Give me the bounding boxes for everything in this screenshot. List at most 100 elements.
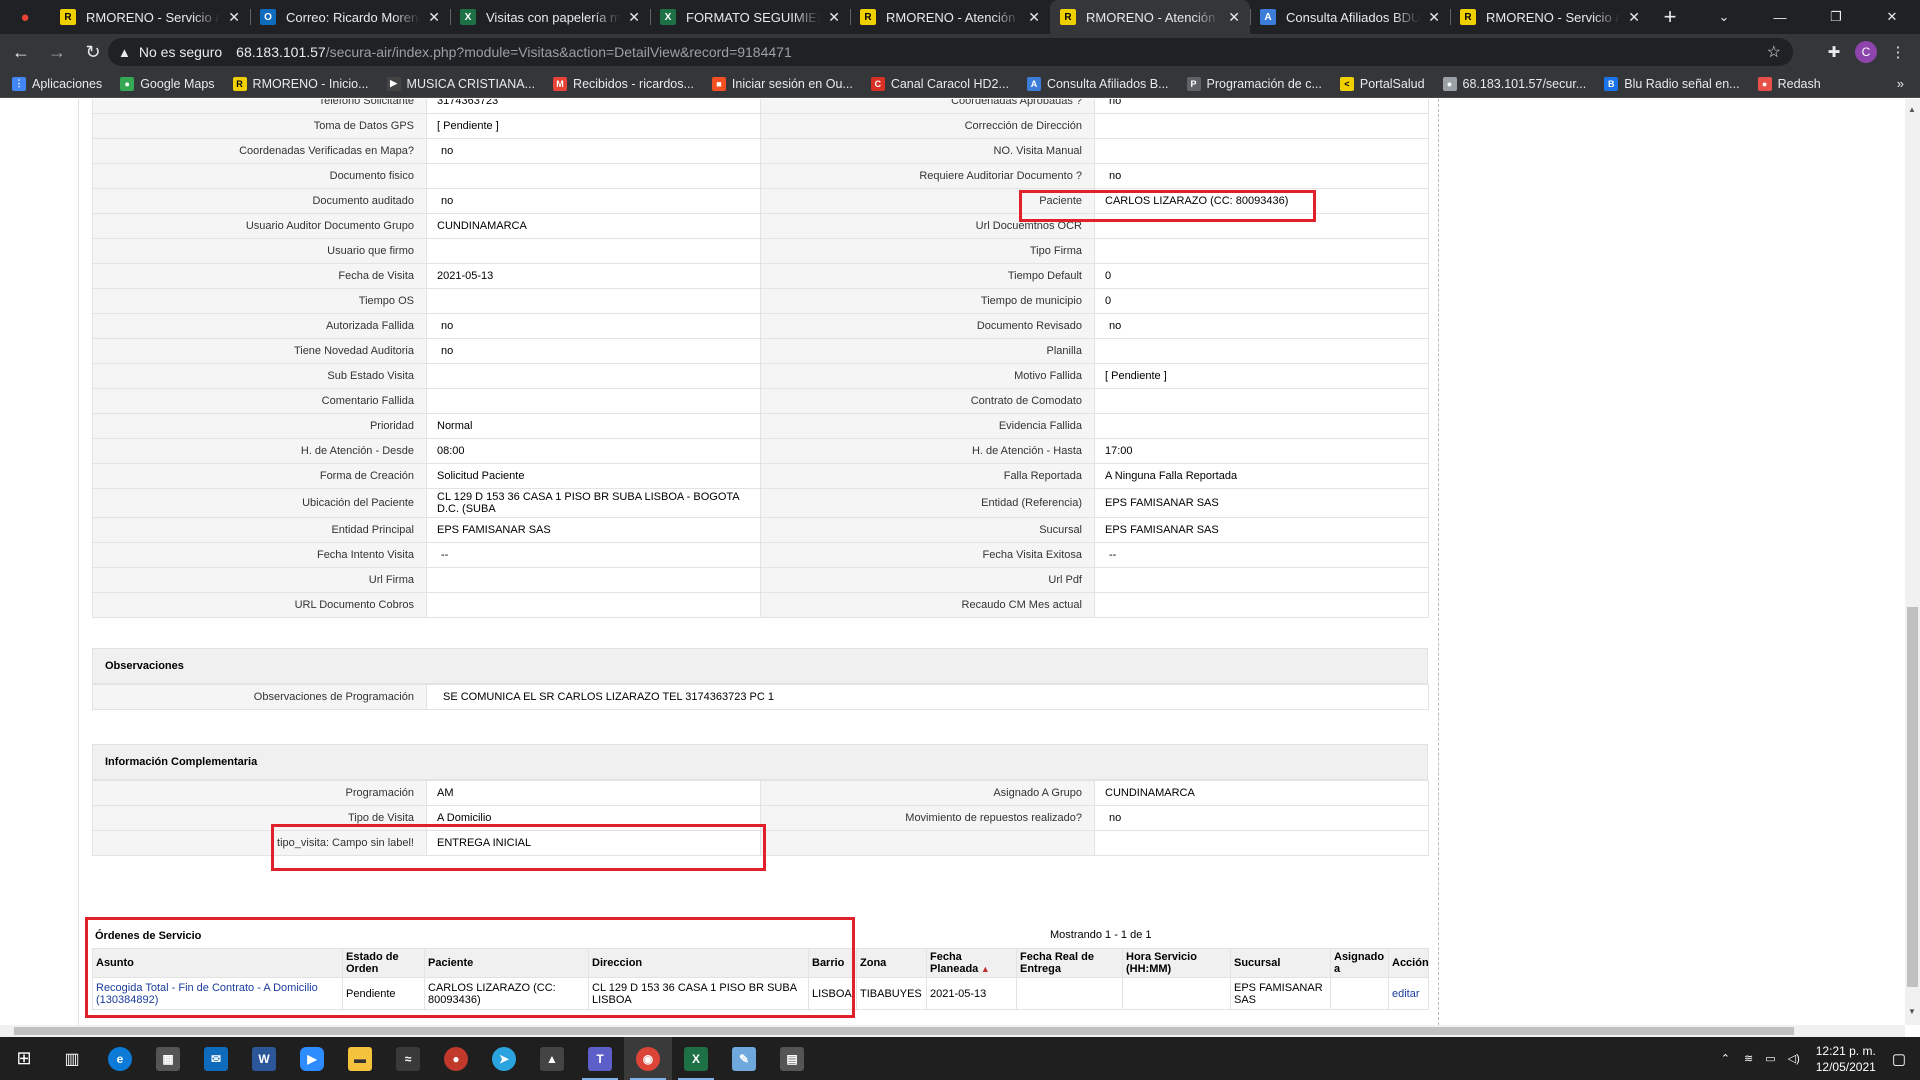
close-icon[interactable]: ✕ (1428, 9, 1440, 26)
clock[interactable]: 12:21 p. m. 12/05/2021 (1816, 1043, 1876, 1075)
table-row: Ubicación del Paciente CL 129 D 153 36 CA… (92, 488, 1429, 518)
back-button[interactable]: ← (6, 37, 36, 67)
video-camera-icon: ▶ (300, 1046, 324, 1071)
hscroll-thumb[interactable] (14, 1027, 1794, 1035)
bookmark-item[interactable]: P Programación de c... (1186, 76, 1322, 91)
orders-column-header[interactable]: Asignado a (1330, 948, 1389, 978)
word-icon: W (252, 1046, 276, 1071)
bookmark-item[interactable]: M Recibidos - ricardos... (553, 76, 694, 91)
taskbar-mail[interactable]: ✉ (192, 1037, 240, 1080)
order-cell-sucursal: EPS FAMISANAR SAS (1230, 977, 1331, 1010)
orders-column-header[interactable]: Fecha Planeada ▲ (926, 948, 1017, 978)
browser-tab-1[interactable]: O Correo: Ricardo Moreno - ✕ (250, 0, 450, 34)
taskbar-app-1[interactable]: ≈ (384, 1037, 432, 1080)
taskbar-app-3[interactable]: ▲ (528, 1037, 576, 1080)
field-value: 0 (1094, 263, 1429, 289)
browser-tab-5[interactable]: R RMORENO - Atención al U ✕ (1050, 0, 1250, 34)
volume-icon[interactable]: ◁) (1788, 1052, 1800, 1065)
orders-column-header[interactable]: Paciente (424, 948, 589, 978)
close-icon[interactable]: ✕ (228, 9, 240, 26)
order-cell-accion[interactable]: editar (1388, 977, 1429, 1010)
bookmark-item[interactable]: A Consulta Afiliados B... (1026, 76, 1169, 91)
taskbar-teams[interactable]: T (576, 1037, 624, 1080)
browser-tab-4[interactable]: R RMORENO - Atención al U ✕ (850, 0, 1050, 34)
taskbar-telegram[interactable]: ➤ (480, 1037, 528, 1080)
taskbar-store[interactable]: ▦ (144, 1037, 192, 1080)
orders-column-header[interactable]: Estado de Orden (342, 948, 425, 978)
browser-tab-3[interactable]: X FORMATO SEGUIMIENTO ✕ (650, 0, 850, 34)
orders-column-header[interactable]: Acción (1388, 948, 1429, 978)
taskbar-app-2[interactable]: ● (432, 1037, 480, 1080)
taskbar-excel[interactable]: X (672, 1037, 720, 1080)
field-value (426, 388, 761, 414)
orders-column-header[interactable]: Direccion (588, 948, 809, 978)
profile-button[interactable]: C (1852, 38, 1880, 66)
browser-tab-2[interactable]: X Visitas con papelería man ✕ (450, 0, 650, 34)
bookmark-item[interactable]: ■ Iniciar sesión en Ou... (711, 76, 853, 91)
close-icon[interactable]: ✕ (628, 9, 640, 26)
tab-search-button[interactable]: ⌄ (1696, 0, 1752, 34)
close-icon[interactable]: ✕ (428, 9, 440, 26)
field-label: Entidad (Referencia) (760, 488, 1095, 518)
orders-column-header[interactable]: Hora Servicio (HH:MM) (1122, 948, 1231, 978)
extensions-button[interactable]: ✚ (1820, 38, 1848, 66)
taskbar-chrome[interactable]: ◉ (624, 1037, 672, 1080)
close-window-button[interactable]: ✕ (1864, 0, 1920, 34)
scroll-down-icon[interactable]: ▼ (1908, 1007, 1916, 1016)
bookmark-item[interactable]: B Blu Radio señal en... (1604, 76, 1740, 91)
browser-menu-button[interactable]: ⋮ (1884, 38, 1912, 66)
bookmark-item[interactable]: ⋮ Aplicaciones (12, 76, 102, 91)
wifi-icon[interactable]: ≋ (1744, 1052, 1753, 1065)
taskbar-zoom[interactable]: ▶ (288, 1037, 336, 1080)
maps-pinned-tab[interactable]: ● (0, 0, 50, 34)
clock-time: 12:21 p. m. (1815, 1043, 1876, 1058)
bookmark-item[interactable]: ● Google Maps (120, 76, 215, 91)
bookmark-star-icon[interactable]: ☆ (1767, 42, 1781, 62)
orders-column-header[interactable]: Zona (856, 948, 927, 978)
vertical-scrollbar[interactable]: ▲ ▼ (1905, 99, 1920, 1025)
field-value (426, 238, 761, 264)
security-status[interactable]: No es seguro (139, 44, 222, 60)
browser-tab-6[interactable]: A Consulta Afiliados BDUA ✕ (1250, 0, 1450, 34)
minimize-button[interactable]: — (1752, 0, 1808, 34)
more-bookmarks-button[interactable]: » (1897, 76, 1904, 91)
new-tab-button[interactable]: + (1650, 0, 1690, 34)
taskbar-paint[interactable]: ✎ (720, 1037, 768, 1080)
restore-button[interactable]: ❐ (1808, 0, 1864, 34)
notifications-icon[interactable]: ▢ (1892, 1050, 1906, 1068)
forward-button[interactable]: → (42, 37, 72, 67)
scroll-thumb[interactable] (1907, 607, 1918, 987)
taskbar-word[interactable]: W (240, 1037, 288, 1080)
orders-column-header[interactable]: Barrio (808, 948, 857, 978)
orders-column-header[interactable]: Asunto (92, 948, 343, 978)
chevron-up-icon[interactable]: ⌃ (1721, 1052, 1730, 1065)
close-icon[interactable]: ✕ (828, 9, 840, 26)
bookmark-item[interactable]: ● Redash (1757, 76, 1821, 91)
orders-column-header[interactable]: Sucursal (1230, 948, 1331, 978)
order-cell-asunto[interactable]: Recogida Total - Fin de Contrato - A Dom… (92, 977, 343, 1010)
taskbar-explorer[interactable]: ▬ (336, 1037, 384, 1080)
bookmark-item[interactable]: ▶ MUSICA CRISTIANA... (386, 76, 535, 91)
orders-column-header[interactable]: Fecha Real de Entrega (1016, 948, 1123, 978)
reload-button[interactable]: ↻ (78, 37, 108, 67)
table-row: Autorizada Fallida no Documento Revisado no (92, 313, 1429, 339)
close-icon[interactable]: ✕ (1628, 9, 1640, 26)
bookmark-item[interactable]: ● 68.183.101.57/secur... (1442, 76, 1586, 91)
sort-descending-icon[interactable]: ▲ (978, 964, 990, 974)
scroll-up-icon[interactable]: ▲ (1908, 105, 1916, 114)
start-button[interactable]: ⊞ (0, 1037, 48, 1080)
taskbar-edge[interactable]: e (96, 1037, 144, 1080)
task-view-button[interactable]: ▥ (48, 1037, 96, 1080)
taskbar-calculator[interactable]: ▤ (768, 1037, 816, 1080)
close-icon[interactable]: ✕ (1228, 9, 1240, 26)
browser-tab-0[interactable]: R RMORENO - Servicio a Do ✕ (50, 0, 250, 34)
bookmark-item[interactable]: C Canal Caracol HD2... (870, 76, 1009, 91)
bookmark-item[interactable]: R RMORENO - Inicio... (232, 76, 369, 91)
browser-tab-7[interactable]: R RMORENO - Servicio a Do ✕ (1450, 0, 1650, 34)
horizontal-scrollbar[interactable] (0, 1025, 1905, 1037)
network-icon[interactable]: ▭ (1765, 1052, 1775, 1065)
address-bar[interactable]: ▲ No es seguro 68.183.101.57/secura-air/… (108, 38, 1793, 66)
telegram-icon: ➤ (492, 1046, 516, 1071)
close-icon[interactable]: ✕ (1028, 9, 1040, 26)
bookmark-item[interactable]: < PortalSalud (1339, 76, 1425, 91)
